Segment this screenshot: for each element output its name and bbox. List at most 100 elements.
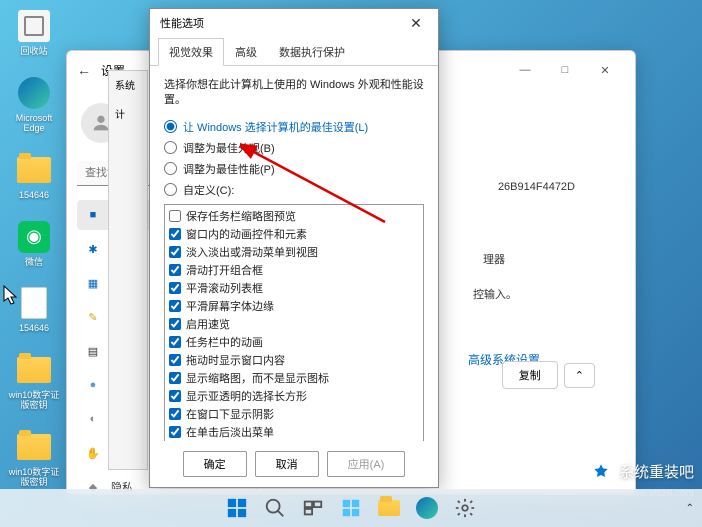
checkbox-label: 启用速览	[186, 316, 230, 332]
accessibility-icon: ✋	[85, 445, 101, 461]
radio-label: 调整为最佳外观(B)	[183, 140, 275, 156]
checkbox-item[interactable]: 在窗口下显示阴影	[167, 405, 421, 423]
checkbox-label: 在单击后淡出菜单	[186, 424, 274, 440]
dialog-tabs: 视觉效果 高级 数据执行保护	[150, 37, 438, 66]
checkbox-item[interactable]: 在单击后淡出菜单	[167, 423, 421, 441]
checkbox-item[interactable]: 平滑屏幕字体边缘	[167, 297, 421, 315]
tab-dep[interactable]: 数据执行保护	[268, 38, 356, 66]
checkbox-input[interactable]	[169, 264, 181, 276]
checkbox-label: 滑动打开组合框	[186, 262, 263, 278]
desktop-label: Microsoft Edge	[8, 114, 60, 134]
checkbox-input[interactable]	[169, 354, 181, 366]
checkbox-input[interactable]	[169, 210, 181, 222]
checkbox-label: 平滑滚动列表框	[186, 280, 263, 296]
checkbox-label: 淡入淡出或滑动菜单到视图	[186, 244, 318, 260]
tab-advanced[interactable]: 高级	[224, 38, 268, 66]
checkbox-label: 显示缩略图，而不是显示图标	[186, 370, 329, 386]
copy-button[interactable]: 复制	[502, 361, 558, 389]
desktop-icon-edge[interactable]: Microsoft Edge	[8, 75, 60, 134]
checkbox-item[interactable]: 滑动打开组合框	[167, 261, 421, 279]
checkbox-input[interactable]	[169, 336, 181, 348]
taskbar-tray[interactable]: ⌃	[686, 503, 694, 514]
product-id: 26B914F4472D	[498, 181, 575, 193]
search-button[interactable]	[258, 491, 292, 525]
desktop-icon-folder3[interactable]: win10数字证 版密钥	[8, 429, 60, 488]
checkbox-item[interactable]: 启用速览	[167, 315, 421, 333]
network-icon: ▦	[85, 275, 101, 291]
radio-label: 让 Windows 选择计算机的最佳设置(L)	[183, 119, 368, 135]
checkbox-input[interactable]	[169, 282, 181, 294]
checkbox-list[interactable]: 保存任务栏缩略图预览窗口内的动画控件和元素淡入淡出或滑动菜单到视图滑动打开组合框…	[164, 204, 424, 441]
radio-input[interactable]	[164, 162, 177, 175]
minimize-button[interactable]: —	[505, 55, 545, 85]
radio-best-appearance[interactable]: 调整为最佳外观(B)	[164, 140, 424, 156]
checkbox-item[interactable]: 拖动时显示窗口内容	[167, 351, 421, 369]
checkbox-item[interactable]: 淡入淡出或滑动菜单到视图	[167, 243, 421, 261]
personalize-icon: ✎	[85, 309, 101, 325]
checkbox-item[interactable]: 平滑滚动列表框	[167, 279, 421, 297]
checkbox-item[interactable]: 保存任务栏缩略图预览	[167, 207, 421, 225]
checkbox-input[interactable]	[169, 318, 181, 330]
checkbox-input[interactable]	[169, 246, 181, 258]
desktop-icon-recycle[interactable]: 回收站	[8, 8, 60, 57]
accounts-icon: ●	[85, 377, 101, 393]
apply-button[interactable]: 应用(A)	[327, 451, 406, 477]
desktop-icon-folder[interactable]: 154646	[8, 152, 60, 201]
checkbox-item[interactable]: 窗口内的动画控件和元素	[167, 225, 421, 243]
start-button[interactable]	[220, 491, 254, 525]
expand-button[interactable]: ⌃	[564, 363, 595, 388]
taskbar: ⌃	[0, 489, 702, 527]
explorer-button[interactable]	[372, 491, 406, 525]
ok-button[interactable]: 确定	[183, 451, 247, 477]
checkbox-item[interactable]: 显示亚透明的选择长方形	[167, 387, 421, 405]
chevron-up-icon[interactable]: ⌃	[686, 503, 694, 514]
radio-label: 调整为最佳性能(P)	[183, 161, 275, 177]
back-button[interactable]: ←	[77, 62, 91, 78]
tab-visual-effects[interactable]: 视觉效果	[158, 38, 224, 66]
radio-custom[interactable]: 自定义(C):	[164, 182, 424, 198]
radio-input[interactable]	[164, 120, 177, 133]
apps-icon: ▤	[85, 343, 101, 359]
cancel-button[interactable]: 取消	[255, 451, 319, 477]
radio-best-performance[interactable]: 调整为最佳性能(P)	[164, 161, 424, 177]
radio-input[interactable]	[164, 183, 177, 196]
maximize-button[interactable]: □	[545, 55, 585, 85]
gaming-icon: ◐	[85, 411, 101, 427]
checkbox-label: 显示亚透明的选择长方形	[186, 388, 307, 404]
checkbox-item[interactable]: 显示缩略图，而不是显示图标	[167, 369, 421, 387]
radio-let-windows[interactable]: 让 Windows 选择计算机的最佳设置(L)	[164, 119, 424, 135]
settings-button[interactable]	[448, 491, 482, 525]
checkbox-input[interactable]	[169, 372, 181, 384]
dialog-description: 选择你想在此计算机上使用的 Windows 外观和性能设置。	[164, 78, 424, 109]
radio-input[interactable]	[164, 141, 177, 154]
checkbox-label: 平滑屏幕字体边缘	[186, 298, 274, 314]
main-text2: 控输入。	[473, 286, 517, 302]
checkbox-label: 保存任务栏缩略图预览	[186, 208, 296, 224]
desktop-icon-txt[interactable]: 154646	[8, 285, 60, 334]
desktop-icon-wechat[interactable]: ◉微信	[8, 219, 60, 268]
checkbox-item[interactable]: 任务栏中的动画	[167, 333, 421, 351]
system-icon: ■	[85, 207, 101, 223]
close-button[interactable]: ✕	[585, 55, 625, 85]
watermark: 系统重装吧	[589, 459, 694, 483]
close-button[interactable]: ✕	[396, 10, 436, 36]
checkbox-label: 任务栏中的动画	[186, 334, 263, 350]
radio-label: 自定义(C):	[183, 182, 234, 198]
widgets-button[interactable]	[334, 491, 368, 525]
taskview-button[interactable]	[296, 491, 330, 525]
edge-button[interactable]	[410, 491, 444, 525]
desktop-label: win10数字证 版密钥	[8, 391, 60, 411]
dialog-titlebar: 性能选项 ✕	[150, 9, 438, 37]
strip-text: 计	[115, 106, 141, 121]
checkbox-input[interactable]	[169, 426, 181, 438]
strip-title: 系统	[115, 77, 141, 92]
checkbox-input[interactable]	[169, 408, 181, 420]
desktop-label: 微信	[25, 258, 43, 268]
checkbox-input[interactable]	[169, 390, 181, 402]
desktop-label: 154646	[19, 191, 49, 201]
checkbox-label: 拖动时显示窗口内容	[186, 352, 285, 368]
desktop-icon-folder2[interactable]: win10数字证 版密钥	[8, 352, 60, 411]
watermark-icon	[589, 459, 613, 483]
checkbox-input[interactable]	[169, 228, 181, 240]
checkbox-input[interactable]	[169, 300, 181, 312]
